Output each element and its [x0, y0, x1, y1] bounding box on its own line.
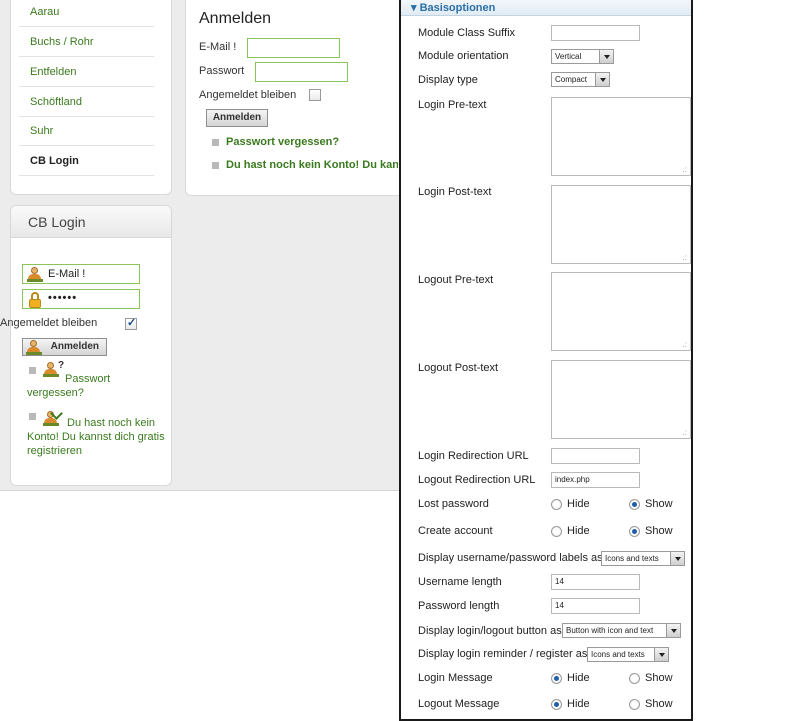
- display-labels-label: Display username/password labels as: [418, 552, 603, 564]
- display-reminder-value: Icons and texts: [591, 650, 645, 659]
- logout-posttext-textarea[interactable]: [551, 360, 691, 439]
- create-account-show-radio[interactable]: [629, 526, 640, 537]
- module-orientation-label: Module orientation: [418, 50, 509, 62]
- lost-password-show-label: Show: [645, 498, 673, 510]
- login-posttext-label: Login Post-text: [418, 186, 492, 198]
- email-field[interactable]: [247, 38, 340, 58]
- chevron-down-icon: [654, 648, 668, 661]
- logout-message-show-radio[interactable]: [629, 699, 640, 710]
- logout-posttext-label: Logout Post-text: [418, 362, 499, 374]
- question-mark-icon: ?: [58, 360, 65, 371]
- panel-header[interactable]: ▾ Basisoptionen: [401, 0, 691, 16]
- create-account-hide-radio[interactable]: [551, 526, 562, 537]
- display-type-label: Display type: [418, 74, 478, 86]
- module-email-field[interactable]: E-Mail !: [22, 264, 140, 284]
- register-link[interactable]: Du hast noch kein Konto! Du kannst: [226, 159, 398, 171]
- login-posttext-textarea[interactable]: [551, 185, 691, 264]
- forgot-password-link[interactable]: Passwort vergessen?: [226, 136, 339, 148]
- chevron-down-icon: [599, 50, 613, 63]
- logout-message-hide-label: Hide: [567, 698, 590, 710]
- login-pretext-label: Login Pre-text: [418, 99, 487, 111]
- login-user-icon: [26, 340, 42, 355]
- display-reminder-label: Display login reminder / register as: [418, 648, 588, 660]
- nav-item-cb-login[interactable]: CB Login: [19, 146, 154, 176]
- login-message-hide-radio[interactable]: [551, 673, 562, 684]
- username-length-input[interactable]: 14: [551, 574, 640, 590]
- chevron-down-icon: [595, 73, 609, 86]
- module-title: CB Login: [28, 214, 86, 230]
- display-button-label: Display login/logout button as: [418, 625, 562, 637]
- nav-item-entfelden[interactable]: Entfelden: [19, 57, 154, 87]
- lock-icon: [28, 292, 42, 308]
- logout-message-show-label: Show: [645, 698, 673, 710]
- logout-redirect-input[interactable]: index.php: [551, 472, 640, 488]
- login-title: Anmelden: [199, 10, 272, 27]
- lost-password-hide-radio[interactable]: [551, 499, 562, 510]
- logout-pretext-textarea[interactable]: [551, 272, 691, 351]
- password-field[interactable]: [255, 62, 348, 82]
- module-password-value: ••••••: [48, 292, 78, 304]
- bullet-icon: [212, 139, 219, 146]
- module-class-suffix-label: Module Class Suffix: [418, 27, 516, 39]
- panel-title[interactable]: ▾ Basisoptionen: [411, 1, 495, 14]
- module-remember-checkbox[interactable]: [125, 316, 137, 330]
- lost-password-label: Lost password: [418, 498, 489, 510]
- module-login-label: Anmelden: [50, 341, 99, 352]
- lost-password-hide-label: Hide: [567, 498, 590, 510]
- display-reminder-select[interactable]: Icons and texts: [587, 647, 669, 662]
- user-icon: [27, 267, 43, 282]
- module-forgot-password-link[interactable]: Passwort vergessen?: [27, 372, 167, 400]
- username-length-label: Username length: [418, 576, 502, 588]
- login-pretext-textarea[interactable]: [551, 97, 691, 176]
- module-orientation-select[interactable]: Vertical: [551, 49, 614, 64]
- email-label: E-Mail !: [199, 41, 237, 53]
- create-account-show-label: Show: [645, 525, 673, 537]
- login-message-label: Login Message: [418, 672, 493, 684]
- module-remember-label: Angemeldet bleiben: [0, 317, 98, 329]
- remember-checkbox[interactable]: [309, 89, 321, 101]
- login-redirect-input[interactable]: [551, 448, 640, 464]
- login-submit-button[interactable]: Anmelden: [206, 109, 268, 127]
- login-message-show-label: Show: [645, 672, 673, 684]
- nav-item-aarau[interactable]: Aarau: [19, 0, 154, 27]
- login-redirect-label: Login Redirection URL: [418, 450, 529, 462]
- chevron-down-icon: [670, 552, 684, 565]
- module-login-button[interactable]: Anmelden: [22, 338, 107, 356]
- logout-pretext-label: Logout Pre-text: [418, 274, 494, 286]
- nav-item-buchs-rohr[interactable]: Buchs / Rohr: [19, 27, 154, 57]
- display-type-select[interactable]: Compact: [551, 72, 610, 87]
- logout-message-hide-radio[interactable]: [551, 699, 562, 710]
- create-account-label: Create account: [418, 525, 493, 537]
- display-button-select[interactable]: Button with icon and text: [562, 623, 681, 638]
- logout-redirect-label: Logout Redirection URL: [418, 474, 536, 486]
- chevron-down-icon: [666, 624, 680, 637]
- display-type-value: Compact: [555, 75, 588, 84]
- display-labels-value: Icons and texts: [605, 554, 659, 563]
- password-length-input[interactable]: 14: [551, 598, 640, 614]
- password-length-label: Password length: [418, 600, 500, 612]
- module-class-suffix-input[interactable]: [551, 25, 640, 41]
- logout-message-label: Logout Message: [418, 698, 500, 710]
- module-register-link[interactable]: Du hast noch kein Konto! Du kannst dich …: [27, 416, 167, 458]
- module-email-value: E-Mail !: [48, 268, 86, 280]
- lost-password-show-radio[interactable]: [629, 499, 640, 510]
- bullet-icon: [212, 162, 219, 169]
- create-account-hide-label: Hide: [567, 525, 590, 537]
- display-button-value: Button with icon and text: [566, 626, 654, 635]
- module-password-field[interactable]: ••••••: [22, 289, 140, 309]
- login-message-hide-label: Hide: [567, 672, 590, 684]
- display-labels-select[interactable]: Icons and texts: [601, 551, 685, 566]
- remember-label: Angemeldet bleiben: [199, 89, 297, 101]
- login-message-show-radio[interactable]: [629, 673, 640, 684]
- password-label: Passwort: [199, 65, 245, 77]
- module-orientation-value: Vertical: [555, 52, 582, 61]
- nav-item-suhr[interactable]: Suhr: [19, 116, 154, 146]
- nav-item-schoeftland[interactable]: Schöftland: [19, 87, 154, 117]
